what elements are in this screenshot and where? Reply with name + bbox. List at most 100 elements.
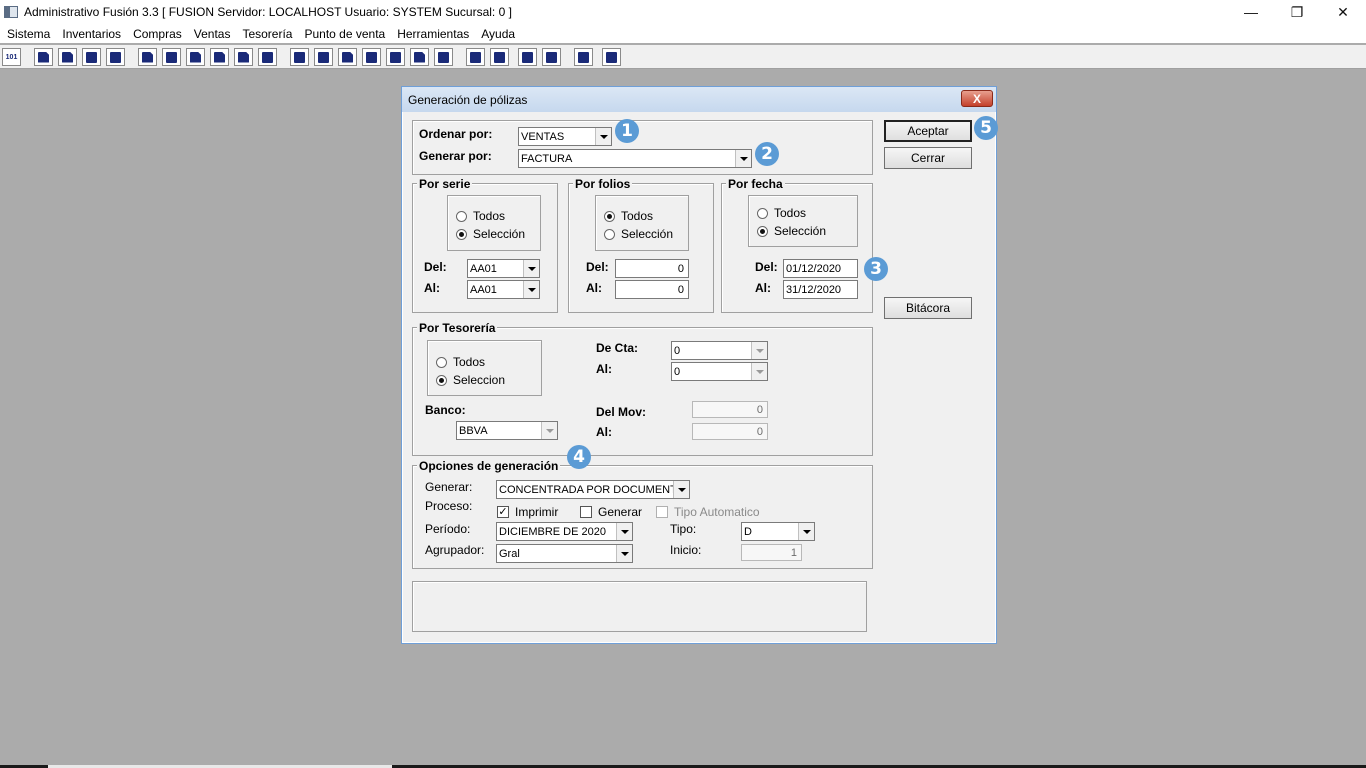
imprimir-checkbox[interactable]: ✓ Imprimir xyxy=(497,505,558,519)
menu-inventarios[interactable]: Inventarios xyxy=(56,27,127,41)
app-icon xyxy=(4,6,18,18)
por-serie-group: Por serie Todos Selección Del: AA01 Al: … xyxy=(412,177,558,313)
toolbar-search-icon[interactable] xyxy=(106,48,125,66)
tipo-automatico-checkbox[interactable]: Tipo Automatico xyxy=(656,505,760,519)
fecha-todos-radio[interactable]: Todos xyxy=(757,206,806,220)
del-mov-label: Del Mov: xyxy=(596,405,647,419)
toolbar-help-icon[interactable] xyxy=(602,48,621,66)
menu-bar: Sistema Inventarios Compras Ventas Tesor… xyxy=(0,24,1366,43)
toolbar-transfer-icon[interactable] xyxy=(82,48,101,66)
serie-radio-box: Todos Selección xyxy=(447,195,541,251)
agrupador-label: Agrupador: xyxy=(425,543,485,557)
del-mov-input[interactable]: 0 xyxy=(692,401,768,418)
folios-al-label: Al: xyxy=(586,281,602,295)
toolbar-folder-icon[interactable] xyxy=(162,48,181,66)
serie-todos-radio[interactable]: Todos xyxy=(456,209,505,223)
toolbar-copy-icon[interactable] xyxy=(34,48,53,66)
toolbar-home-icon[interactable] xyxy=(466,48,485,66)
banco-select[interactable]: BBVA xyxy=(456,421,558,440)
tesoreria-radio-box: Todos Seleccion xyxy=(427,340,542,396)
folios-del-input[interactable]: 0 xyxy=(615,259,689,278)
generar-por-select[interactable]: FACTURA xyxy=(518,149,752,168)
chevron-down-icon xyxy=(616,523,632,540)
tipo-select[interactable]: D xyxy=(741,522,815,541)
serie-seleccion-radio[interactable]: Selección xyxy=(456,227,525,241)
fecha-del-input[interactable]: 01/12/2020 xyxy=(783,259,858,278)
fecha-al-input[interactable]: 31/12/2020 xyxy=(783,280,858,299)
al-cta-label: Al: xyxy=(596,362,612,376)
menu-ayuda[interactable]: Ayuda xyxy=(475,27,521,41)
ordenar-select[interactable]: VENTAS xyxy=(518,127,612,146)
menu-ventas[interactable]: Ventas xyxy=(188,27,237,41)
generar-checkbox[interactable]: Generar xyxy=(580,505,642,519)
toolbar-calc-button[interactable]: 101 xyxy=(2,48,21,66)
menu-herramientas[interactable]: Herramientas xyxy=(391,27,475,41)
por-tesoreria-legend: Por Tesorería xyxy=(417,321,498,335)
toolbar-printer-icon[interactable] xyxy=(210,48,229,66)
window-title-bar: Administrativo Fusión 3.3 [ FUSION Servi… xyxy=(0,0,1366,24)
tesoreria-todos-radio[interactable]: Todos xyxy=(436,355,485,369)
serie-al-select[interactable]: AA01 xyxy=(467,280,540,299)
fecha-seleccion-radio[interactable]: Selección xyxy=(757,224,826,238)
cerrar-button[interactable]: Cerrar xyxy=(884,147,972,169)
toolbar-document-icon[interactable] xyxy=(234,48,253,66)
opciones-legend: Opciones de generación xyxy=(417,459,561,473)
toolbar-money-icon[interactable] xyxy=(386,48,405,66)
toolbar-undo-icon[interactable] xyxy=(542,48,561,66)
menu-punto-de-venta[interactable]: Punto de venta xyxy=(298,27,391,41)
toolbar-back-icon[interactable] xyxy=(574,48,593,66)
toolbar-users-icon[interactable] xyxy=(290,48,309,66)
bitacora-button[interactable]: Bitácora xyxy=(884,297,972,319)
maximize-icon[interactable]: ❐ xyxy=(1274,0,1320,24)
toolbar-table-icon[interactable] xyxy=(434,48,453,66)
tesoreria-seleccion-radio[interactable]: Seleccion xyxy=(436,373,505,387)
folios-todos-radio[interactable]: Todos xyxy=(604,209,653,223)
toolbar-calc-label: 101 xyxy=(5,53,18,61)
generar-label: Generar: xyxy=(425,480,473,494)
por-folios-group: Por folios Todos Selección Del: 0 Al: 0 xyxy=(568,177,714,313)
ordenar-label: Ordenar por: xyxy=(419,127,493,141)
chevron-down-icon xyxy=(751,363,767,380)
dialog-close-icon[interactable]: X xyxy=(961,90,993,107)
menu-tesoreria[interactable]: Tesorería xyxy=(236,27,298,41)
folios-al-input[interactable]: 0 xyxy=(615,280,689,299)
polizas-dialog: Generación de pólizas X Ordenar por: VEN… xyxy=(401,86,998,644)
generar-select[interactable]: CONCENTRADA POR DOCUMENTO xyxy=(496,480,690,499)
al-cta-select[interactable]: 0 xyxy=(671,362,768,381)
menu-compras[interactable]: Compras xyxy=(127,27,188,41)
callout-badge-3: 3 xyxy=(864,257,888,281)
serie-del-select[interactable]: AA01 xyxy=(467,259,540,278)
minimize-icon[interactable]: — xyxy=(1228,0,1274,24)
folios-del-label: Del: xyxy=(586,260,609,274)
chevron-down-icon xyxy=(751,342,767,359)
inicio-label: Inicio: xyxy=(670,543,702,557)
toolbar-user-icon[interactable] xyxy=(138,48,157,66)
de-cta-select[interactable]: 0 xyxy=(671,341,768,360)
toolbar-print-icon[interactable] xyxy=(186,48,205,66)
close-icon[interactable]: ✕ xyxy=(1320,0,1366,24)
periodo-select[interactable]: DICIEMBRE DE 2020 xyxy=(496,522,633,541)
opciones-generacion-group: Opciones de generación Generar: CONCENTR… xyxy=(412,459,873,569)
inicio-input[interactable]: 1 xyxy=(741,544,802,561)
chevron-down-icon xyxy=(523,260,539,277)
menu-sistema[interactable]: Sistema xyxy=(1,27,56,41)
toolbar-refresh-icon[interactable] xyxy=(518,48,537,66)
chevron-down-icon xyxy=(798,523,814,540)
agrupador-select[interactable]: Gral xyxy=(496,544,633,563)
toolbar-zoom-icon[interactable] xyxy=(490,48,509,66)
toolbar-list-icon[interactable] xyxy=(258,48,277,66)
toolbar-clipboard-icon[interactable] xyxy=(58,48,77,66)
toolbar-export-icon[interactable] xyxy=(338,48,357,66)
fecha-al-label: Al: xyxy=(755,281,771,295)
al-mov-input[interactable]: 0 xyxy=(692,423,768,440)
toolbar-card-icon[interactable] xyxy=(314,48,333,66)
folios-radio-box: Todos Selección xyxy=(595,195,689,251)
chevron-down-icon xyxy=(523,281,539,298)
window-title: Administrativo Fusión 3.3 [ FUSION Servi… xyxy=(24,5,512,19)
toolbar-add-icon[interactable] xyxy=(362,48,381,66)
folios-seleccion-radio[interactable]: Selección xyxy=(604,227,673,241)
serie-al-label: Al: xyxy=(424,281,440,295)
aceptar-button[interactable]: Aceptar xyxy=(884,120,972,142)
toolbar-report-icon[interactable] xyxy=(410,48,429,66)
de-cta-label: De Cta: xyxy=(596,341,639,355)
